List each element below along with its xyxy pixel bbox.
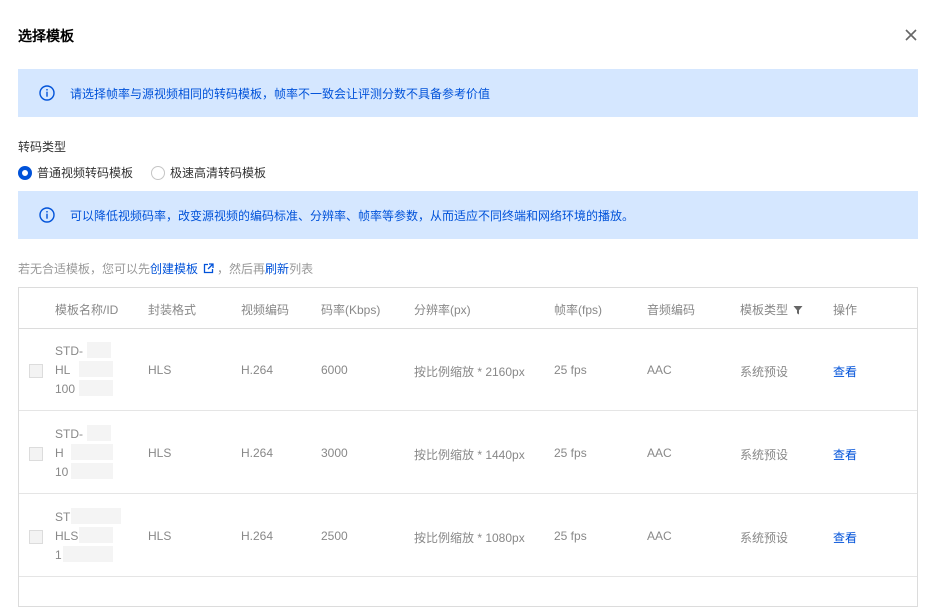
create-template-hint: 若无合适模板，您可以先 创建模板 ，然后再 刷新 列表 [18,260,313,277]
transcode-type-label: 转码类型 [18,140,67,154]
template-description-alert: 可以降低视频码率，改变源视频的编码标准、分辨率、帧率等参数，从而适应不同终端和网… [18,191,918,239]
column-header-audio-codec: 音频编码 [647,303,696,317]
radio-label: 普通视频转码模板 [37,166,134,180]
transcode-type-radio-group: 普通视频转码模板 极速高清转码模板 [18,164,284,181]
refresh-link[interactable]: 刷新 [265,260,289,277]
cell-video-codec: H.264 [241,363,274,377]
column-header-name: 模板名称/ID [55,303,119,317]
cell-type: 系统预设 [740,365,789,379]
column-header-fps: 帧率(fps) [554,303,603,317]
cell-bitrate: 3000 [321,446,348,460]
cell-fps: 25 fps [554,363,587,377]
cell-audio-codec: AAC [647,529,672,543]
cell-resolution: 按比例缩放 * 1080px [414,531,525,545]
external-link-icon[interactable] [203,263,214,274]
cell-fps: 25 fps [554,446,587,460]
redacted-blur [71,444,113,460]
hint-prefix: 若无合适模板，您可以先 [18,262,151,276]
radio-label: 极速高清转码模板 [170,166,267,180]
column-header-type-label: 模板类型 [740,303,789,317]
cell-bitrate: 2500 [321,529,348,543]
close-icon[interactable] [902,26,920,44]
cell-container: HLS [148,446,172,460]
column-header-resolution: 分辨率(px) [414,303,471,317]
table-header: 模板名称/ID 封装格式 视频编码 码率(Kbps) 分辨率(px) 帧率(fp… [19,288,917,329]
dialog-title: 选择模板 [18,28,74,44]
table-row: STD- H 10 HLS H.264 3000 按比例缩放 * 1440px … [19,411,917,494]
radio-checked-icon [18,165,32,180]
cell-resolution: 按比例缩放 * 2160px [414,365,525,379]
cell-fps: 25 fps [554,529,587,543]
radio-unchecked-icon [151,165,166,180]
view-link[interactable]: 查看 [833,446,857,463]
column-header-action: 操作 [833,303,858,317]
cell-type: 系统预设 [740,531,789,545]
cell-audio-codec: AAC [647,363,672,377]
redacted-blur [79,380,113,396]
alert-text: 可以降低视频码率，改变源视频的编码标准、分辨率、帧率等参数，从而适应不同终端和网… [70,208,635,223]
redacted-blur [79,527,113,543]
cell-video-codec: H.264 [241,446,274,460]
cell-video-codec: H.264 [241,529,274,543]
hint-middle: ，然后再 [217,262,266,276]
cell-type: 系统预设 [740,448,789,462]
cell-resolution: 按比例缩放 * 1440px [414,448,525,462]
table-row: STD- HL 100 HLS H.264 6000 按比例缩放 * 2160p… [19,328,917,411]
radio-normal-template[interactable]: 普通视频转码模板 [18,164,133,181]
cell-audio-codec: AAC [647,446,672,460]
create-template-link[interactable]: 创建模板 [150,260,198,277]
info-icon [39,85,55,101]
view-link[interactable]: 查看 [833,363,857,380]
column-header-container: 封装格式 [148,303,197,317]
filter-icon[interactable] [793,305,803,315]
redacted-blur [79,361,113,377]
cell-bitrate: 6000 [321,363,348,377]
column-header-video-codec: 视频编码 [241,303,290,317]
frame-rate-alert: 请选择帧率与源视频相同的转码模板，帧率不一致会让评测分数不具备参考价值 [18,69,918,117]
cell-container: HLS [148,363,172,377]
info-icon [39,207,55,223]
redacted-blur [87,425,111,441]
cell-container: HLS [148,529,172,543]
row-checkbox[interactable] [29,447,43,461]
hint-suffix: 列表 [289,262,314,276]
row-checkbox[interactable] [29,530,43,544]
redacted-blur [71,508,121,524]
radio-fast-hd-template[interactable]: 极速高清转码模板 [151,164,266,181]
redacted-blur [71,463,113,479]
redacted-blur [63,546,113,562]
table-row: ST HLS 1 HLS H.264 2500 按比例缩放 * 1080px 2… [19,494,917,577]
alert-text: 请选择帧率与源视频相同的转码模板，帧率不一致会让评测分数不具备参考价值 [70,86,491,101]
column-header-bitrate: 码率(Kbps) [321,303,381,317]
view-link[interactable]: 查看 [833,529,857,546]
row-checkbox[interactable] [29,364,43,378]
template-table: 模板名称/ID 封装格式 视频编码 码率(Kbps) 分辨率(px) 帧率(fp… [18,287,918,607]
redacted-blur [87,342,111,358]
column-header-type: 模板类型 [740,301,803,318]
